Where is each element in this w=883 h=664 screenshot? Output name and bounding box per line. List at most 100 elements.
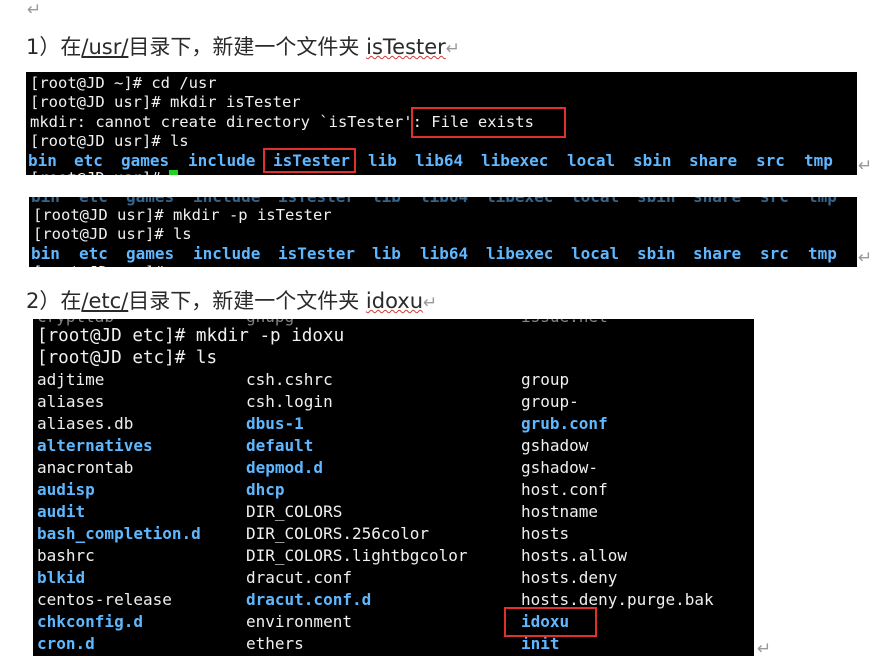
terminal-line: [root@JD etc]# ls: [37, 348, 218, 368]
terminal-prompt-partial: [root@JD usr]#: [33, 263, 173, 267]
ls-entry: sbin: [637, 244, 676, 263]
ls-entry: libexec: [486, 197, 553, 206]
ls-entry-file: group: [521, 370, 570, 389]
section-1-heading: 1）在/usr/目录下，新建一个文件夹 isTester↵: [26, 33, 460, 63]
terminal-screenshot-1: [root@JD ~]# cd /usr [root@JD usr]# mkdir…: [26, 72, 857, 175]
ls-entry: local: [571, 197, 619, 206]
ls-entry-file: hosts.deny: [521, 568, 618, 587]
section-2-heading: 2）在/etc/目录下，新建一个文件夹 idoxu↵: [26, 287, 437, 317]
ls-entry: lib: [368, 151, 397, 170]
ls-entry-file: csh.cshrc: [246, 370, 333, 389]
ls-entry: tmp: [808, 244, 837, 263]
terminal-line: [root@JD usr]# ls: [33, 225, 192, 243]
ls-entry: lib: [372, 197, 401, 206]
ls-entry-directory: alternatives: [37, 436, 153, 455]
ls-entry-file: gshadow: [521, 436, 589, 455]
ls-entry-directory: blkid: [37, 568, 86, 587]
ls-entry: libexec: [486, 244, 554, 263]
terminal-line: [root@JD etc]# mkdir -p idoxu: [37, 326, 345, 346]
ls-entry: include: [193, 244, 261, 263]
ls-entry: bin: [28, 151, 57, 170]
terminal-screenshot-3: crypttab gnupg issue.net [root@JD etc]# mk…: [33, 319, 754, 656]
ls-entry-file: adjtime: [37, 370, 105, 389]
section-1-folder-name: isTester: [366, 35, 446, 59]
ls-entry-directory: bash_completion.d: [37, 524, 201, 543]
ls-entry-directory: default: [246, 436, 314, 455]
paragraph-mark: ↵: [858, 248, 873, 268]
ls-entry-file: bashrc: [37, 546, 95, 565]
terminal-line: [root@JD usr]# ls: [30, 131, 189, 150]
ls-entry: src: [760, 244, 789, 263]
ls-entry-directory: dracut.conf.d: [246, 590, 372, 609]
ls-entry: lib64: [420, 197, 468, 206]
ls-entry-file: anacrontab: [37, 458, 134, 477]
ls-entry: src: [760, 197, 789, 206]
section-1-prefix: 1）在: [26, 35, 82, 59]
ls-entry-directory: dhcp: [246, 480, 285, 499]
ls-entry-directory: depmod.d: [246, 458, 324, 477]
ls-entry: gnupg: [246, 319, 294, 326]
ls-entry: crypttab: [37, 319, 114, 326]
ls-entry-file: centos-release: [37, 590, 172, 609]
ls-entry: share: [693, 197, 741, 206]
terminal-cursor: [169, 170, 178, 175]
ls-entry-file: csh.login: [246, 392, 333, 411]
terminal-line: [root@JD usr]# mkdir -p isTester: [33, 206, 332, 224]
ls-entry: bin: [31, 244, 60, 263]
ls-entry: src: [756, 151, 785, 170]
ls-entry-file: aliases: [37, 392, 105, 411]
ls-entry: sbin: [633, 151, 672, 170]
ls-entry: games: [121, 151, 170, 170]
ls-entry: isTester: [278, 197, 355, 206]
ls-entry-directory: grub.conf: [521, 414, 608, 433]
paragraph-mark: ↵: [858, 156, 873, 176]
terminal-line: [root@JD usr]# mkdir isTester: [30, 93, 301, 112]
ls-entry-file: hosts.allow: [521, 546, 627, 565]
paragraph-mark: ↵: [445, 39, 461, 59]
section-1-path: /usr/: [81, 35, 129, 59]
ls-entry-file: DIR_COLORS.lightbgcolor: [246, 546, 468, 565]
ls-entry: lib64: [420, 244, 469, 263]
ls-entry: lib: [372, 244, 401, 263]
ls-entry-file: ethers: [246, 634, 304, 653]
ls-entry: lib64: [415, 151, 464, 170]
paragraph-mark: ↵: [423, 293, 438, 313]
ls-entry: include: [188, 151, 256, 170]
ls-entry: local: [571, 244, 620, 263]
ls-entry: games: [126, 197, 174, 206]
ls-entry: include: [193, 197, 260, 206]
section-1-middle: 目录下，新建一个文件夹: [128, 35, 367, 59]
terminal-screenshot-2: bin etc games include isTester lib lib64 libexe…: [29, 197, 857, 267]
ls-entry-file: hosts: [521, 524, 570, 543]
paragraph-mark: ↵: [757, 639, 772, 659]
ls-entry-file: DIR_COLORS.256color: [246, 524, 430, 543]
ls-entry: sbin: [637, 197, 676, 206]
terminal-prompt-partial: [root@JD usr]#: [30, 169, 170, 175]
ls-entry: share: [693, 244, 742, 263]
terminal-line: [root@JD ~]# cd /usr: [30, 74, 217, 92]
highlight-idoxu: [504, 607, 597, 637]
ls-entry-file: hostname: [521, 502, 599, 521]
section-2-middle: 目录下，新建一个文件夹: [128, 289, 366, 313]
highlight-file-exists: [411, 107, 566, 138]
ls-entry-file: environment: [246, 612, 352, 631]
ls-entry-directory: audisp: [37, 480, 95, 499]
ls-entry-file: host.conf: [521, 480, 608, 499]
ls-entry: issue.net: [521, 319, 608, 326]
ls-entry: etc: [74, 151, 103, 170]
ls-entry-file: DIR_COLORS: [246, 502, 343, 521]
section-2-path: /etc/: [81, 289, 129, 313]
section-2-folder-name: idoxu: [365, 289, 424, 313]
ls-entry-file: aliases.db: [37, 414, 134, 433]
ls-entry: isTester: [278, 244, 356, 263]
ls-entry: tmp: [804, 151, 833, 170]
highlight-istester: [263, 148, 356, 173]
ls-entry-directory: cron.d: [37, 634, 95, 653]
ls-entry: share: [689, 151, 738, 170]
ls-entry-directory: audit: [37, 502, 86, 521]
ls-entry-file: group-: [521, 392, 579, 411]
ls-entry-directory: chkconfig.d: [37, 612, 143, 631]
ls-entry: local: [567, 151, 616, 170]
ls-entry: bin: [31, 197, 60, 206]
ls-entry: etc: [79, 197, 108, 206]
